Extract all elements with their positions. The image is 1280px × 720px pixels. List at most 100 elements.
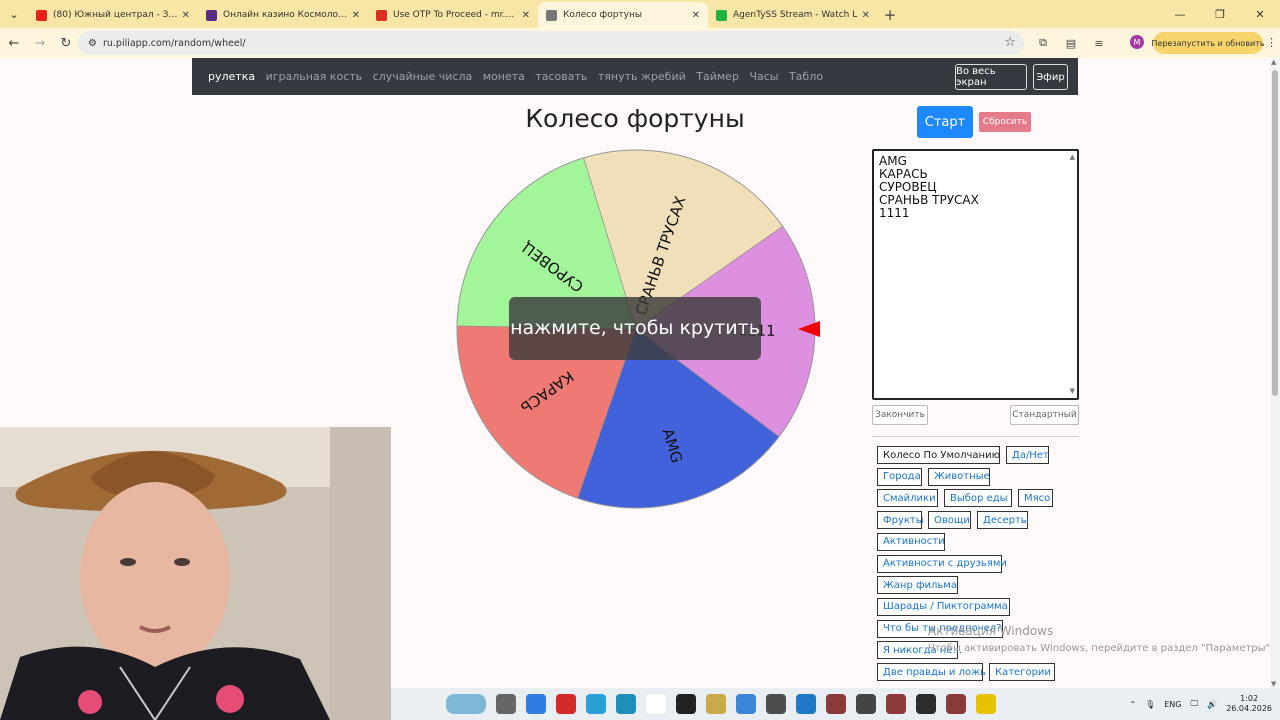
site-nav-link[interactable]: игральная кость [266, 70, 363, 83]
site-nav-link[interactable]: случайные числа [373, 70, 473, 83]
scroll-up-icon[interactable]: ▲ [1271, 58, 1276, 66]
close-window-icon[interactable]: ✕ [1240, 0, 1280, 28]
preset-button[interactable]: Выбор еды [944, 489, 1012, 508]
taskbar-app-icon[interactable] [916, 694, 936, 714]
taskbar-app-icon[interactable] [586, 694, 606, 714]
taskbar-app-icon[interactable] [766, 694, 786, 714]
taskbar-app-icon[interactable] [826, 694, 846, 714]
bookmark-star-icon[interactable]: ☆ [1004, 35, 1016, 50]
new-tab-button[interactable]: + [878, 2, 902, 28]
browser-tab[interactable]: (80) Южный централ - Звёздн ✕ [28, 2, 198, 28]
media-control-icon[interactable]: ≡ [1088, 32, 1110, 54]
site-nav-link[interactable]: Табло [789, 70, 823, 83]
preset-button[interactable]: Овощи [928, 511, 971, 530]
fullscreen-button[interactable]: Во весь экран [955, 64, 1027, 90]
page-scrollbar[interactable]: ▲ ▼ [1270, 58, 1280, 688]
taskbar-app-icon[interactable] [676, 694, 696, 714]
relaunch-update-button[interactable]: Перезапустить и обновить [1151, 32, 1265, 54]
tab-close-icon[interactable]: ✕ [692, 10, 700, 21]
taskbar-app-icon[interactable] [976, 694, 996, 714]
forward-icon[interactable]: → [28, 31, 52, 55]
taskbar-app-icon[interactable] [616, 694, 636, 714]
network-icon[interactable]: 🖵 [1191, 699, 1199, 709]
back-icon[interactable]: ← [2, 31, 26, 55]
taskbar-app-icon[interactable] [706, 694, 726, 714]
preset-button[interactable]: Фрукты [877, 511, 924, 530]
tab-close-icon[interactable]: ✕ [862, 10, 870, 21]
taskbar-app-icon[interactable] [556, 694, 576, 714]
site-nav-link[interactable]: рулетка [208, 70, 255, 83]
preset-button[interactable]: Да/Нет [1006, 446, 1049, 464]
browser-tab[interactable]: Колесо фортуны ✕ [538, 2, 708, 28]
spin-overlay-button[interactable]: нажмите, чтобы крутить [509, 297, 761, 360]
site-info-icon[interactable]: ⚙ [88, 38, 97, 49]
tab-search-icon[interactable]: ⌄ [0, 0, 28, 28]
site-nav-link[interactable]: монета [483, 70, 525, 83]
tray-overflow-icon[interactable]: ⌃ [1129, 700, 1136, 709]
menu-kebab-icon[interactable]: ⋮ [1266, 36, 1277, 49]
windows-activation-text: Чтобы активировать Windows, перейдите в … [928, 643, 1270, 654]
preset-button[interactable]: Активности с друзьями [877, 554, 1007, 573]
browser-tab[interactable]: Use OTP To Proceed - mr.sgem ✕ [368, 2, 538, 28]
taskbar-app-icon[interactable] [946, 694, 966, 714]
address-toolbar: ← → ↻ ⚙ ru.piliapp.com/random/wheel/ ☆ ⧉… [0, 28, 1280, 58]
tab-favicon-icon [36, 9, 47, 21]
reset-button[interactable]: Сбросить [979, 112, 1031, 132]
taskbar-app-icon[interactable] [446, 694, 486, 714]
preset-button[interactable]: Колесо По Умолчанию [877, 446, 1000, 464]
taskbar-app-icon[interactable] [526, 694, 546, 714]
taskbar-app-icon[interactable] [856, 694, 876, 714]
clock[interactable]: 1:02 26.04.2026 [1226, 694, 1272, 714]
entry-line: 1111 [879, 206, 910, 220]
taskbar-app-icon[interactable] [796, 694, 816, 714]
wheel-pointer [798, 321, 820, 337]
preset-button[interactable]: Шарады / Пиктограмма [877, 597, 1010, 616]
site-nav-link[interactable]: тянуть жребий [598, 70, 686, 83]
language-indicator[interactable]: ENG [1164, 700, 1181, 709]
preset-button[interactable]: Жанр фильма [877, 576, 958, 595]
microphone-icon[interactable]: 🎙 [1145, 700, 1155, 709]
preset-button[interactable]: Смайлики [877, 489, 938, 508]
textarea-scroll-up-icon[interactable]: ▲ [1070, 151, 1075, 164]
url-bar[interactable]: ⚙ ru.piliapp.com/random/wheel/ ☆ [78, 31, 1024, 55]
extensions-icon[interactable]: ⧉ [1032, 32, 1054, 54]
browser-tab[interactable]: AgenTySS Stream - Watch L ✕ [708, 2, 878, 28]
taskbar-app-icon[interactable] [736, 694, 756, 714]
preset-button[interactable]: Мясо [1018, 489, 1053, 508]
tab-close-icon[interactable]: ✕ [522, 10, 530, 21]
scroll-down-icon[interactable]: ▼ [1271, 680, 1276, 688]
taskbar-app-icon[interactable] [496, 694, 516, 714]
site-nav-link[interactable]: Часы [749, 70, 778, 83]
standard-button[interactable]: Стандартный [1010, 405, 1079, 425]
tab-close-icon[interactable]: ✕ [182, 10, 190, 21]
entries-textarea[interactable]: AMG КАРАСЬ СУРОВЕЦ СРАНЬВ ТРУСАХ 1111 ▲ ▼ [872, 149, 1079, 400]
site-nav-link[interactable]: тасовать [535, 70, 587, 83]
clock-time: 1:02 [1240, 694, 1259, 703]
broadcast-button[interactable]: Эфир [1033, 64, 1068, 90]
page-title: Колесо фортуны [525, 104, 745, 133]
preset-button[interactable]: Категории [989, 663, 1055, 681]
preset-button[interactable]: Десерты [977, 511, 1029, 530]
site-nav-link[interactable]: Таймер [696, 70, 739, 83]
preset-button[interactable]: Две правды и ложь [877, 663, 986, 681]
scroll-thumb[interactable] [1272, 70, 1278, 396]
tab-title: Use OTP To Proceed - mr.sgem [393, 10, 518, 20]
textarea-scroll-down-icon[interactable]: ▼ [1070, 385, 1075, 398]
browser-tab[interactable]: Онлайн казино Космолот – Ли ✕ [198, 2, 368, 28]
preset-button[interactable]: Города [877, 467, 922, 486]
tab-title: AgenTySS Stream - Watch L [733, 10, 858, 20]
profile-avatar[interactable]: M [1130, 35, 1144, 49]
maximize-icon[interactable]: ❐ [1200, 0, 1240, 28]
volume-icon[interactable]: 🔊 [1207, 700, 1217, 709]
preset-button[interactable]: Животные [928, 467, 990, 486]
start-button[interactable]: Старт [917, 106, 973, 138]
minimize-icon[interactable]: — [1160, 0, 1200, 28]
windows-taskbar: ⌃ 🎙 ENG 🖵 🔊 1:02 26.04.2026 [391, 688, 1280, 720]
taskbar-app-icon[interactable] [886, 694, 906, 714]
finish-button[interactable]: Закончить [872, 405, 928, 425]
tab-close-icon[interactable]: ✕ [352, 10, 360, 21]
reading-mode-icon[interactable]: ▤ [1060, 32, 1082, 54]
reload-icon[interactable]: ↻ [54, 31, 78, 55]
preset-button[interactable]: Активности [877, 532, 945, 551]
taskbar-app-icon[interactable] [646, 694, 666, 714]
